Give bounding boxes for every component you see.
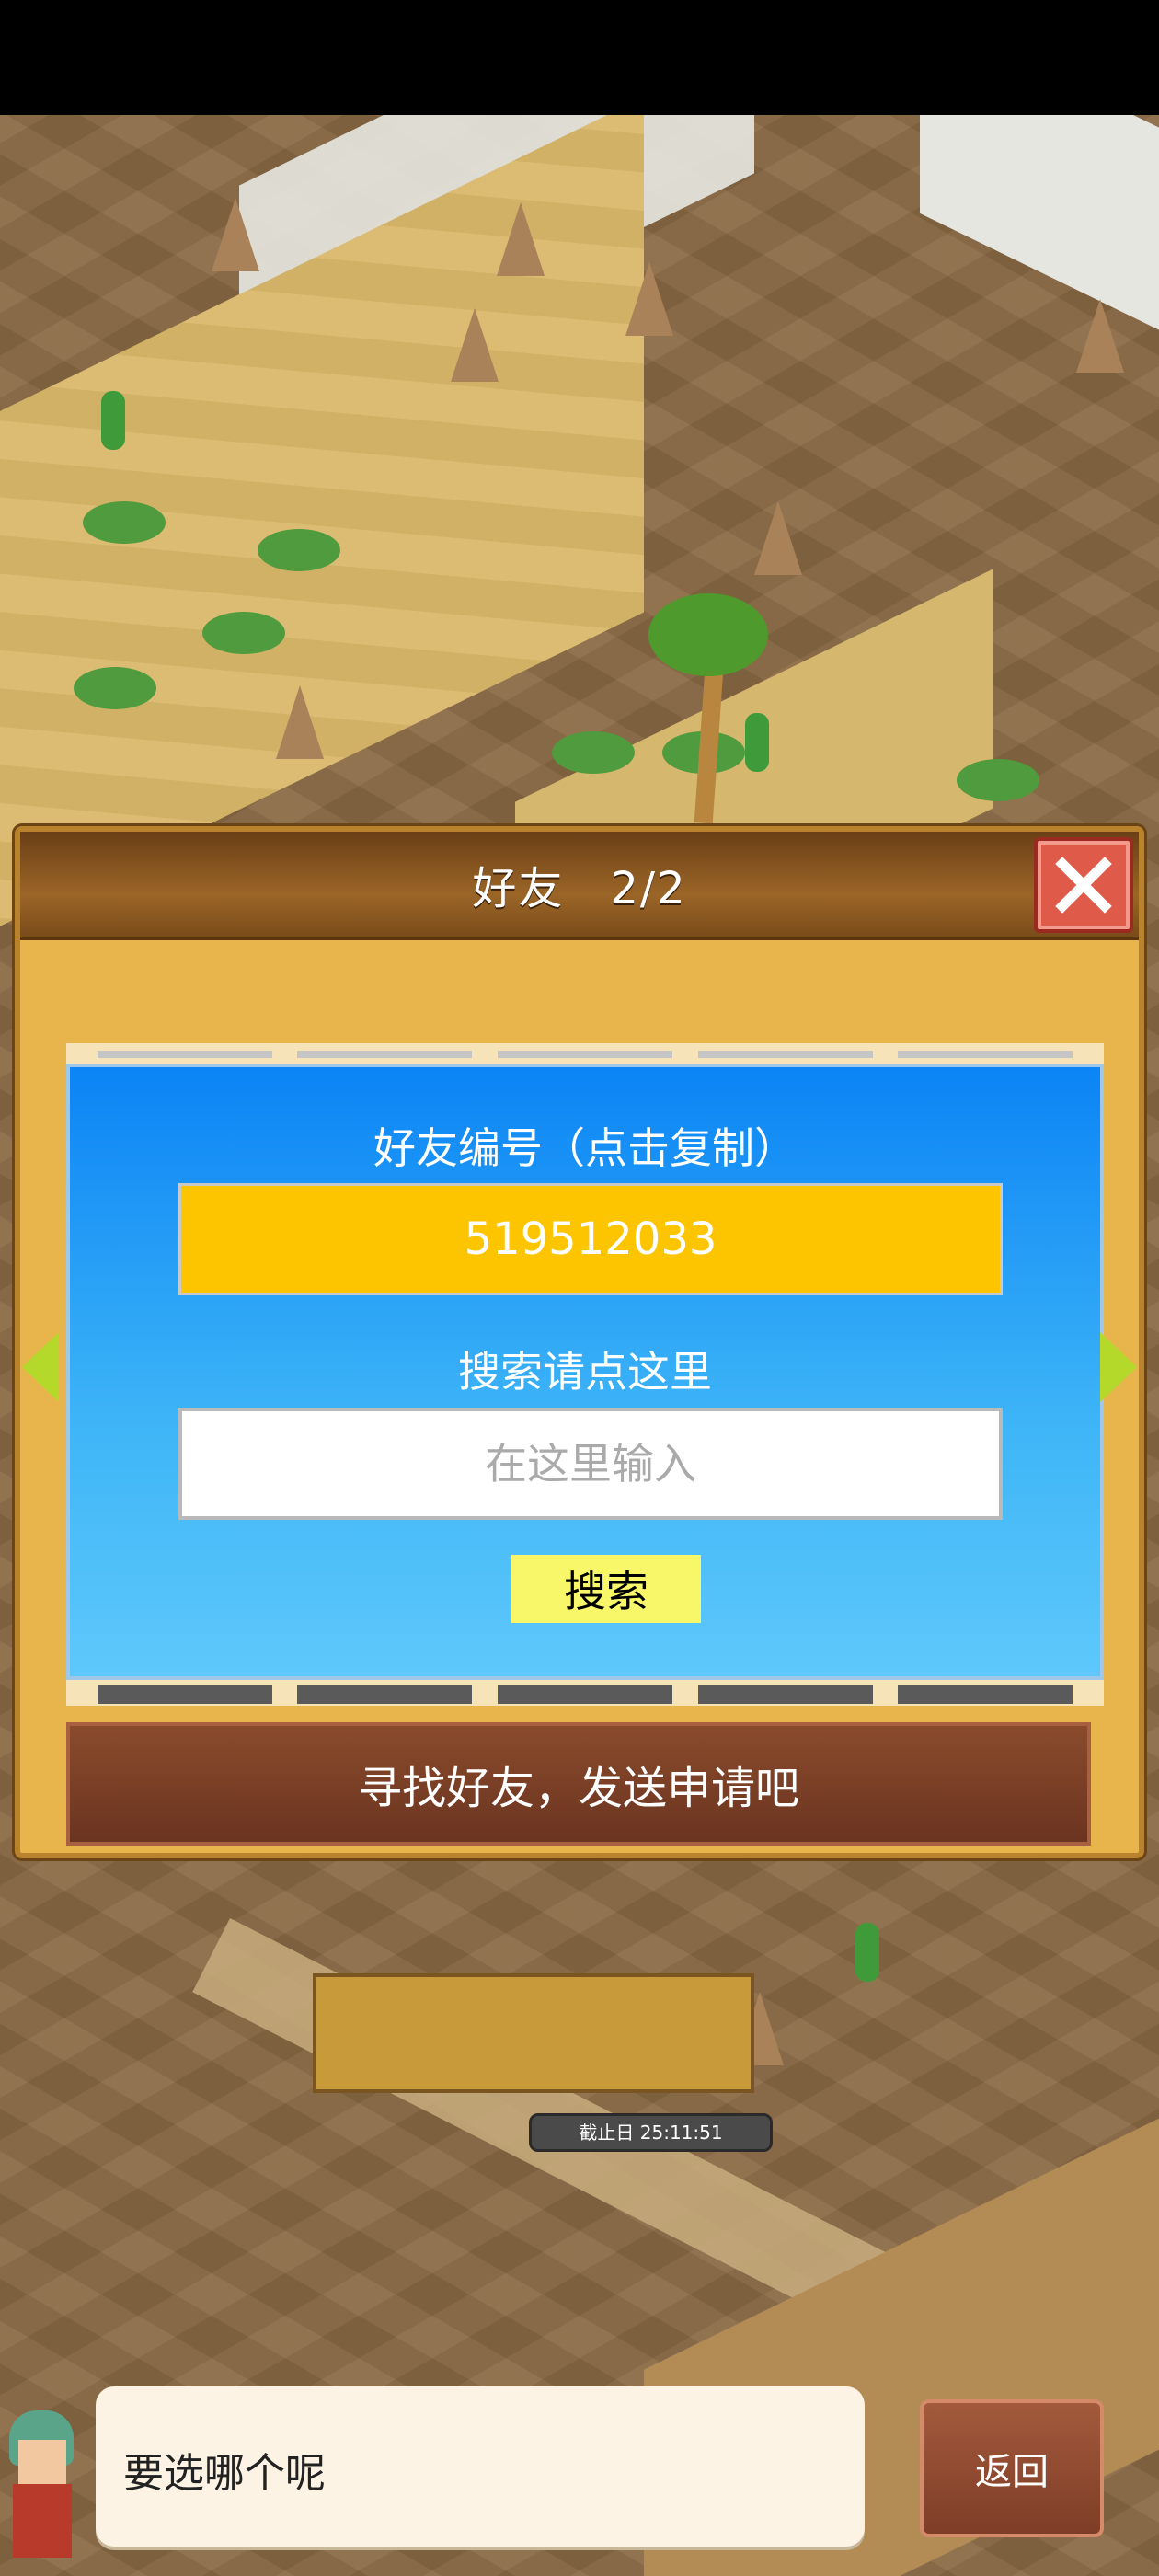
arrow-left-icon[interactable] [22, 1332, 59, 1402]
bush [74, 667, 156, 709]
bush [202, 612, 285, 654]
status-bar [0, 0, 1159, 115]
palm-tree-icon [648, 593, 768, 676]
cactus [101, 391, 125, 450]
dialog-header: 好友 2/2 [20, 832, 1139, 940]
bush [258, 529, 340, 571]
dialog-title: 好友 2/2 [472, 863, 687, 914]
find-friends-button[interactable]: 寻找好友，发送申请吧 [66, 1722, 1091, 1846]
speech-text: 要选哪个呢 [123, 2450, 326, 2497]
rock [451, 308, 499, 382]
bush [552, 731, 635, 774]
search-button[interactable]: 搜索 [511, 1555, 701, 1623]
friend-code-label[interactable]: 好友编号（点击复制） [70, 1115, 1100, 1176]
friend-panel: 好友编号（点击复制） 519512033 搜索请点这里 搜索 [66, 1064, 1104, 1680]
rock [754, 501, 802, 575]
close-icon [1055, 857, 1112, 914]
rock [1076, 299, 1124, 373]
rock [212, 198, 259, 271]
close-button[interactable] [1034, 837, 1133, 933]
speech-bubble: 要选哪个呢 [96, 2386, 865, 2547]
frame-strip-bottom [66, 1684, 1104, 1706]
deadline-badge: 截止日 25:11:51 [529, 2113, 773, 2152]
bush [957, 759, 1039, 801]
rock [625, 262, 673, 336]
cactus [745, 713, 769, 772]
friend-code-button[interactable]: 519512033 [178, 1183, 1003, 1295]
friend-search-input[interactable] [178, 1408, 1003, 1520]
rock [497, 202, 545, 276]
rock [276, 685, 324, 759]
advisor-avatar [0, 2392, 92, 2558]
arrow-right-icon[interactable] [1100, 1332, 1137, 1402]
frame-strip-top [66, 1043, 1104, 1065]
bush [83, 501, 166, 544]
back-button[interactable]: 返回 [920, 2399, 1104, 2537]
cactus [855, 1923, 879, 1982]
friend-dialog: 好友 2/2 好友编号（点击复制） 519512033 搜索请点这里 搜索 寻找… [15, 826, 1144, 1858]
building[interactable] [313, 1973, 754, 2093]
search-label: 搜索请点这里 [458, 1347, 712, 1397]
